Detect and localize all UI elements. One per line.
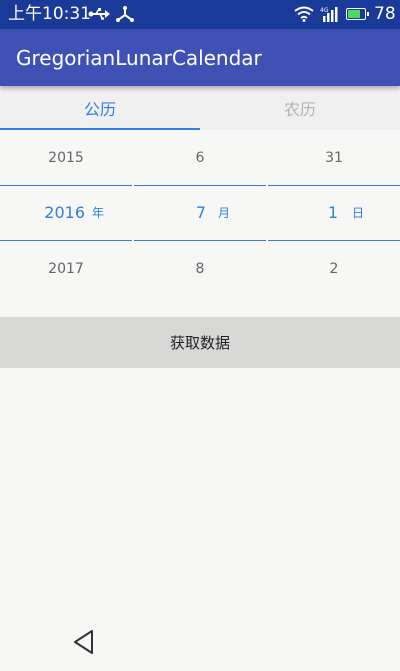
year-divider-top xyxy=(0,185,132,186)
day-selected-value: 1 xyxy=(327,203,338,222)
battery-percent: 78 xyxy=(374,4,396,24)
year-wheel[interactable]: 2015 2016 年 2017 xyxy=(0,130,132,296)
year-selected[interactable]: 2016 年 xyxy=(0,202,132,224)
day-unit: 日 xyxy=(352,206,365,220)
tab-gregorian-label: 公历 xyxy=(83,100,116,119)
month-selected[interactable]: 7 月 xyxy=(134,202,266,224)
app-title: GregorianLunarCalendar xyxy=(16,46,262,70)
app-bar: GregorianLunarCalendar xyxy=(0,29,400,86)
month-unit: 月 xyxy=(218,206,231,220)
status-bar: 上午10:31 4G 78 xyxy=(0,0,400,29)
month-divider-top xyxy=(134,185,266,186)
battery-icon xyxy=(346,8,369,20)
date-picker: 2015 2016 年 2017 6 7 月 8 31 1 日 2 xyxy=(0,130,400,296)
usb-icon xyxy=(88,8,110,20)
day-selected[interactable]: 1 日 xyxy=(268,202,400,224)
tab-gregorian[interactable]: 公历 xyxy=(0,86,200,130)
battery-fill xyxy=(348,10,361,18)
day-prev[interactable]: 31 xyxy=(268,148,400,168)
day-divider-top xyxy=(268,185,400,186)
year-divider-bottom xyxy=(0,240,132,241)
back-triangle-icon[interactable] xyxy=(70,628,98,656)
get-data-button[interactable]: 获取数据 xyxy=(0,317,400,368)
month-prev[interactable]: 6 xyxy=(134,148,266,168)
year-selected-value: 2016 xyxy=(44,203,85,222)
navigation-bar xyxy=(0,620,400,671)
year-next[interactable]: 2017 xyxy=(0,259,132,279)
year-prev[interactable]: 2015 xyxy=(0,148,132,168)
month-wheel[interactable]: 6 7 月 8 xyxy=(134,130,266,296)
year-unit: 年 xyxy=(92,206,105,220)
day-next[interactable]: 2 xyxy=(268,259,400,279)
month-selected-value: 7 xyxy=(195,203,206,222)
signal-4g-icon: 4G xyxy=(320,7,338,22)
tab-lunar[interactable]: 农历 xyxy=(200,86,400,130)
day-wheel[interactable]: 31 1 日 2 xyxy=(268,130,400,296)
month-divider-bottom xyxy=(134,240,266,241)
wifi-icon xyxy=(294,6,314,22)
share-icon xyxy=(116,6,134,22)
month-next[interactable]: 8 xyxy=(134,259,266,279)
status-time: 上午10:31 xyxy=(8,4,91,24)
svg-text:4G: 4G xyxy=(320,7,329,14)
calendar-tabs: 公历 农历 xyxy=(0,86,400,130)
tab-lunar-label: 农历 xyxy=(283,100,316,119)
day-divider-bottom xyxy=(268,240,400,241)
